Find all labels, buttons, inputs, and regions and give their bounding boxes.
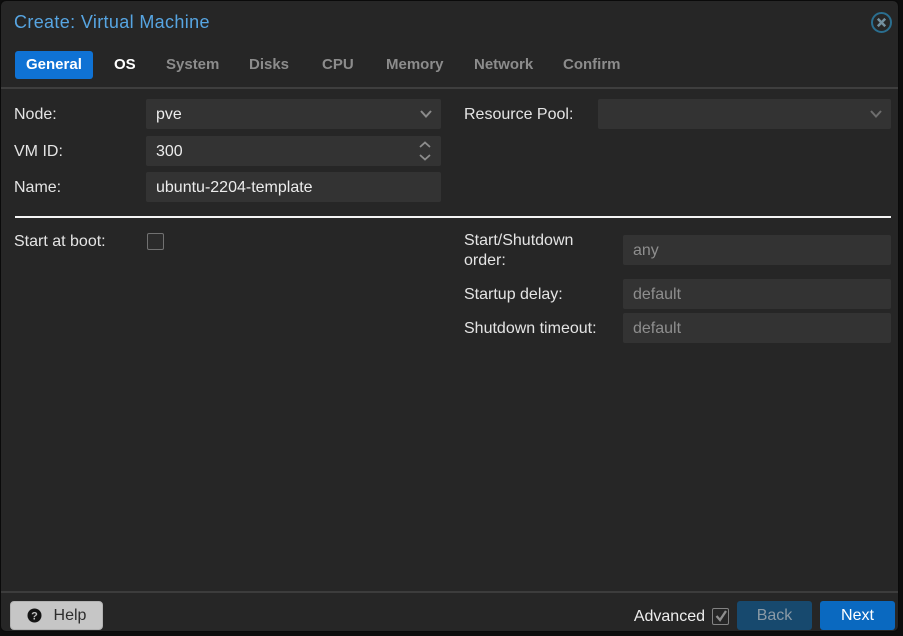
svg-text:?: ? (31, 611, 38, 623)
